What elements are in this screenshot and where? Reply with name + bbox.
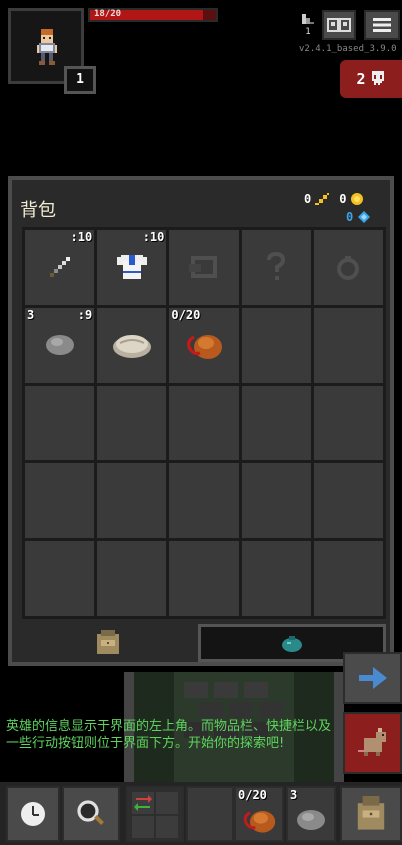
stairs-icon	[302, 14, 314, 24]
quickslot-mini-4	[156, 816, 178, 838]
inventory-slot-empty[interactable]	[169, 541, 239, 616]
warrior-hero-icon	[37, 29, 57, 65]
inventory-slot-empty[interactable]	[241, 307, 311, 383]
hp-text: 18/20	[94, 9, 122, 19]
inventory-slot-empty[interactable]	[313, 385, 383, 461]
slot-quantity: 3	[27, 307, 35, 322]
throwing-stone-icon	[297, 810, 325, 830]
slot-upgrade-level: :9	[77, 307, 93, 322]
slot-upgrade-level: :10	[142, 230, 165, 244]
swap-icon	[134, 795, 152, 811]
hp-bar: 18/20	[88, 8, 218, 22]
danger-indicator[interactable]: 2	[340, 60, 402, 98]
misc-slot-icon	[267, 252, 286, 281]
tab-backpack[interactable]	[22, 624, 194, 662]
slot-upgrade-level: :10	[70, 230, 93, 244]
inventory-slot-empty[interactable]	[241, 463, 311, 539]
key-icon	[315, 193, 330, 205]
hero-level: 1	[64, 66, 96, 94]
waterskin-icon	[243, 811, 276, 833]
inventory-slot-empty[interactable]	[25, 385, 95, 461]
inventory-slot-empty[interactable]	[313, 463, 383, 539]
inventory-slot-armor[interactable]: :10	[97, 230, 167, 305]
inventory-slot-empty[interactable]	[241, 385, 311, 461]
bag-tabs	[22, 624, 386, 662]
ring-slot-icon	[337, 256, 360, 281]
clock-icon	[21, 802, 45, 826]
waterskin-icon	[187, 335, 222, 360]
danger-count: 2	[356, 70, 366, 88]
journal-button[interactable]	[322, 10, 356, 40]
inventory-slot-empty[interactable]	[97, 463, 167, 539]
inventory-slot-empty[interactable]	[313, 541, 383, 616]
throwing-stone-icon	[45, 335, 74, 356]
keys-count: 0	[304, 192, 312, 206]
quickslot-1[interactable]: 0/20	[234, 786, 284, 842]
inventory-slot-misc[interactable]	[241, 230, 311, 305]
inventory-slot-artifact[interactable]	[169, 230, 239, 305]
backpack-icon	[97, 630, 119, 654]
journal-icon	[327, 18, 351, 32]
version-label: v2.4.1_based_3.9.0	[299, 44, 397, 54]
quickslot-1-qty: 0/20	[238, 788, 267, 802]
skull-icon	[371, 71, 384, 85]
inventory-slot-empty[interactable]	[25, 541, 95, 616]
energy-row: 0	[346, 210, 371, 224]
quickslot-2[interactable]: 3	[286, 786, 336, 842]
inventory-button[interactable]	[340, 786, 402, 842]
depth-indicator: 1	[300, 14, 316, 37]
inventory-slot-empty[interactable]	[25, 463, 95, 539]
artifact-slot-icon	[188, 256, 217, 279]
inventory-slot-item[interactable]	[97, 307, 167, 383]
dagger-icon	[49, 257, 70, 278]
resume-button[interactable]	[343, 652, 402, 704]
gold-coin-icon	[351, 193, 364, 205]
inventory-grid: :10 :10 3 :9 0/20	[22, 227, 386, 619]
menu-icon	[373, 18, 391, 32]
inventory-slot-item[interactable]: 0/20	[169, 307, 239, 383]
inventory-slot-empty[interactable]	[97, 385, 167, 461]
slot-quantity: 0/20	[171, 307, 201, 322]
velvet-pouch-icon	[282, 636, 302, 652]
inventory-title: 背包	[20, 200, 56, 221]
game-log-message: 英雄的信息显示于界面的左上角。而物品栏、快捷栏以及一些行动按钮则位于界面下方。开…	[6, 719, 332, 751]
search-button[interactable]	[62, 786, 120, 842]
energy-crystal-icon	[358, 211, 371, 223]
menu-button[interactable]	[364, 10, 400, 40]
resume-arrow-icon	[358, 667, 387, 689]
attack-button[interactable]	[343, 712, 402, 774]
inventory-slot-weapon[interactable]: :10	[25, 230, 95, 305]
food-ration-icon	[112, 335, 151, 359]
inventory-slot-empty[interactable]	[169, 385, 239, 461]
inventory-slot-empty[interactable]	[313, 307, 383, 383]
quickslot-swap[interactable]	[126, 786, 184, 842]
cloth-armor-icon	[116, 255, 147, 280]
inventory-slot-item[interactable]: 3 :9	[25, 307, 95, 383]
inventory-slot-ring[interactable]	[313, 230, 383, 305]
magnifier-icon	[77, 800, 104, 825]
quickslot-mini-1	[132, 792, 154, 814]
gold-keys-row: 0 0	[304, 192, 364, 206]
rat-enemy-icon	[357, 728, 386, 756]
quickslot-mini-2	[156, 792, 178, 814]
backpack-icon	[357, 796, 385, 830]
quickslot-empty[interactable]	[186, 786, 234, 842]
gold-count: 0	[339, 192, 347, 206]
inventory-slot-empty[interactable]	[241, 541, 311, 616]
inventory-slot-empty[interactable]	[97, 541, 167, 616]
inventory-slot-empty[interactable]	[169, 463, 239, 539]
wait-button[interactable]	[6, 786, 60, 842]
depth-number: 1	[305, 27, 311, 37]
quickslot-2-qty: 3	[290, 788, 298, 802]
quickslot-mini-3	[132, 816, 154, 838]
energy-count: 0	[346, 210, 354, 224]
